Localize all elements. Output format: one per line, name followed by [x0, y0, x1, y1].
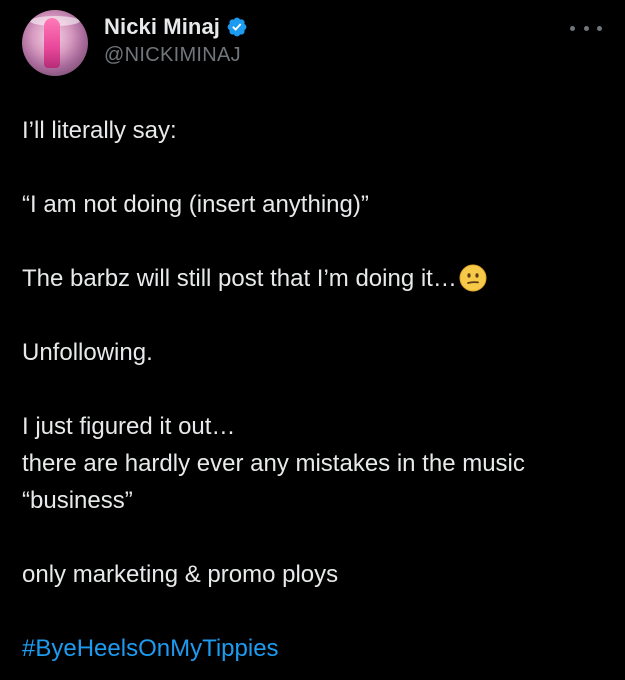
- more-options-icon[interactable]: [570, 22, 602, 34]
- tweet-line: “I am not doing (insert anything)”: [22, 191, 369, 218]
- tweet-card: Nicki Minaj @NICKIMINAJ I’ll literally s…: [0, 0, 625, 680]
- tweet-line: I’ll literally say:: [22, 117, 177, 144]
- user-handle[interactable]: @NICKIMINAJ: [104, 44, 248, 67]
- user-names: Nicki Minaj @NICKIMINAJ: [104, 12, 248, 67]
- tweet-header: Nicki Minaj @NICKIMINAJ: [22, 10, 612, 78]
- tweet-line: I just figured it out…: [22, 413, 236, 440]
- display-name[interactable]: Nicki Minaj: [104, 14, 220, 40]
- tweet-text: I’ll literally say: “I am not doing (ins…: [22, 112, 612, 667]
- avatar[interactable]: [22, 10, 88, 76]
- tweet-line: Unfollowing.: [22, 339, 153, 366]
- hashtag-line: #ByeHeelsOnMyTippies: [22, 630, 612, 667]
- hashtag-link[interactable]: #ByeHeelsOnMyTippies: [22, 635, 279, 662]
- neutral-face-emoji-icon: [459, 264, 487, 292]
- tweet-line-with-emoji: The barbz will still post that I’m doing…: [22, 260, 612, 297]
- tweet-line: “business”: [22, 487, 133, 514]
- verified-badge-icon: [226, 16, 248, 38]
- tweet-line: The barbz will still post that I’m doing…: [22, 265, 457, 292]
- tweet-line: only marketing & promo ploys: [22, 561, 339, 588]
- tweet-line: there are hardly ever any mistakes in th…: [22, 450, 525, 477]
